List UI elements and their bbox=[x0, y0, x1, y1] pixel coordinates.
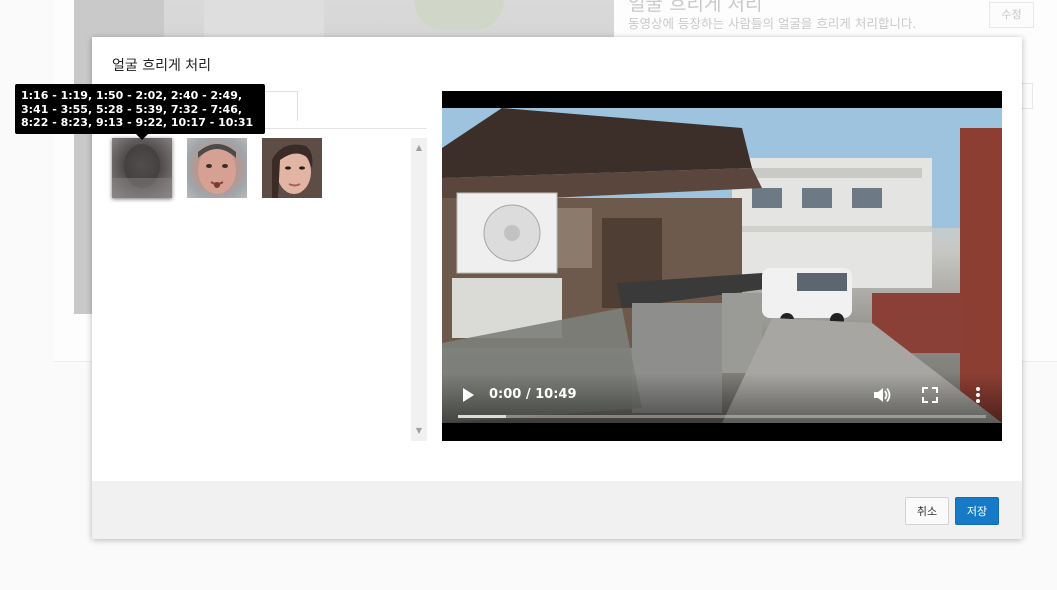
faces-list bbox=[112, 138, 407, 438]
face-thumbnail-1[interactable] bbox=[112, 138, 172, 198]
volume-button[interactable] bbox=[872, 385, 892, 405]
blurred-face-icon bbox=[112, 144, 172, 198]
background-description: 동영상에 등장하는 사람들의 얼굴을 흐리게 처리합니다. bbox=[628, 16, 917, 31]
time-display: 0:00 / 10:49 bbox=[489, 387, 577, 402]
background-title: 얼굴 흐리게 처리 bbox=[628, 0, 763, 15]
background-edit-button: 수정 bbox=[989, 2, 1034, 28]
tab-stub[interactable] bbox=[262, 91, 298, 121]
volume-icon bbox=[874, 387, 891, 403]
scroll-up-icon[interactable]: ▲ bbox=[411, 141, 427, 155]
tooltip-arrow bbox=[136, 134, 148, 140]
more-options-button[interactable] bbox=[970, 385, 986, 405]
cancel-button[interactable]: 취소 bbox=[905, 497, 949, 525]
video-progress-bar[interactable] bbox=[458, 415, 986, 418]
play-icon bbox=[463, 388, 474, 402]
man-face-icon bbox=[198, 144, 236, 194]
dialog-footer: 취소 저장 bbox=[92, 481, 1022, 539]
scroll-down-icon[interactable]: ▼ bbox=[411, 424, 427, 438]
fullscreen-icon bbox=[922, 387, 938, 403]
video-player[interactable]: 0:00 / 10:49 bbox=[442, 91, 1002, 441]
more-vert-icon bbox=[976, 387, 980, 403]
faces-scrollbar[interactable]: ▲ ▼ bbox=[411, 138, 427, 441]
fullscreen-button[interactable] bbox=[920, 385, 940, 405]
woman-face-icon bbox=[262, 138, 322, 198]
video-controls: 0:00 / 10:49 bbox=[442, 373, 1002, 423]
face-thumbnail-2[interactable] bbox=[187, 138, 247, 198]
face-timestamps-tooltip: 1:16 - 1:19, 1:50 - 2:02, 2:40 - 2:49, 3… bbox=[15, 84, 265, 134]
face-thumbnail-3[interactable] bbox=[262, 138, 322, 198]
dialog-title: 얼굴 흐리게 처리 bbox=[112, 58, 212, 74]
save-button[interactable]: 저장 bbox=[955, 497, 999, 525]
progress-buffer bbox=[458, 415, 506, 418]
play-button[interactable] bbox=[460, 387, 476, 403]
